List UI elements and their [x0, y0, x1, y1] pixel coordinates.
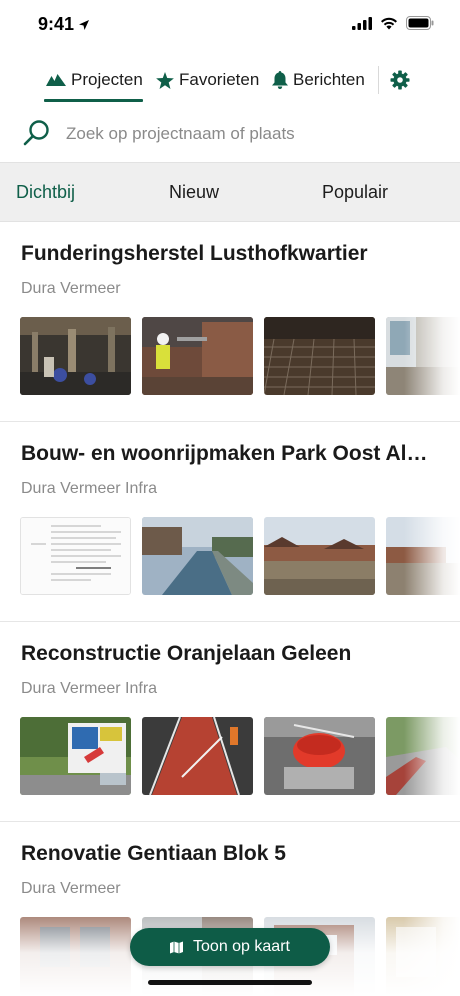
show-on-map-label: Toon op kaart [193, 938, 290, 955]
project-photo[interactable] [142, 317, 253, 395]
project-title: Renovatie Gentiaan Blok 5 [21, 842, 286, 865]
mountains-icon [46, 73, 66, 87]
project-photo[interactable] [20, 517, 131, 595]
search-icon [22, 118, 52, 153]
project-card[interactable]: Bouw- en woonrijpmaken Park Oost Alphen … [0, 422, 460, 622]
project-photos [20, 717, 460, 797]
tab-projecten[interactable]: Projecten [46, 58, 143, 102]
project-photo[interactable] [142, 517, 253, 595]
project-company: Dura Vermeer [21, 280, 121, 297]
nav-divider [378, 66, 379, 94]
project-title: Bouw- en woonrijpmaken Park Oost Alphen [21, 442, 431, 465]
project-photo[interactable] [20, 317, 131, 395]
project-company: Dura Vermeer Infra [21, 480, 158, 497]
search-input[interactable] [66, 120, 426, 148]
filter-populair[interactable]: Populair [322, 163, 388, 221]
project-company: Dura Vermeer [21, 880, 121, 897]
project-card[interactable]: Funderingsherstel Lusthofkwartier Dura V… [0, 222, 460, 422]
project-title: Reconstructie Oranjelaan Geleen [21, 642, 352, 665]
active-tab-indicator [44, 99, 143, 102]
tab-berichten-label: Berichten [293, 70, 365, 89]
gear-icon [390, 70, 410, 90]
project-photo[interactable] [20, 717, 131, 795]
bell-icon [272, 71, 288, 89]
project-company: Dura Vermeer Infra [21, 680, 158, 697]
search-bar [0, 112, 460, 156]
status-bar: 9:41 [0, 0, 460, 52]
project-photos [20, 517, 460, 597]
tab-projecten-label: Projecten [71, 70, 143, 89]
wifi-icon [381, 17, 397, 29]
project-photo[interactable] [264, 717, 375, 795]
star-icon [156, 71, 174, 89]
filter-bar: Dichtbij Nieuw Populair [0, 162, 460, 222]
battery-icon [406, 16, 434, 30]
project-title: Funderingsherstel Lusthofkwartier [21, 242, 368, 265]
signal-icon [352, 16, 372, 30]
tab-favorieten[interactable]: Favorieten [156, 58, 259, 102]
status-time: 9:41 [38, 14, 90, 35]
tab-berichten[interactable]: Berichten [272, 58, 365, 102]
show-on-map-button[interactable]: Toon op kaart [130, 928, 330, 966]
map-icon [170, 941, 184, 954]
home-indicator [148, 980, 312, 985]
project-photo[interactable] [264, 517, 375, 595]
filter-dichtbij[interactable]: Dichtbij [16, 163, 75, 221]
project-photo[interactable] [264, 317, 375, 395]
settings-button[interactable] [390, 58, 410, 102]
location-arrow-icon [79, 19, 90, 30]
project-photos [20, 317, 460, 397]
filter-nieuw[interactable]: Nieuw [169, 163, 219, 221]
project-card[interactable]: Reconstructie Oranjelaan Geleen Dura Ver… [0, 622, 460, 822]
top-navigation: Projecten Favorieten Berichten [0, 58, 460, 102]
project-photo[interactable] [142, 717, 253, 795]
tab-favorieten-label: Favorieten [179, 70, 260, 89]
